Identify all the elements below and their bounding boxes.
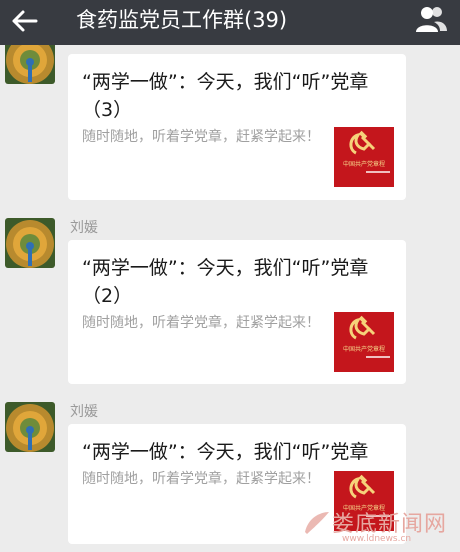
thumb-caption: 中国共产党章程 (342, 161, 385, 168)
card-thumbnail: 中国共产党章程 (334, 127, 394, 187)
chat-header: 食药监党员工作群(39) (0, 0, 460, 45)
link-card[interactable]: “两学一做”：今天，我们“听”党章（2） 随时随地，听着学党章，赶紧学起来！ 中… (68, 240, 406, 384)
card-title: “两学一做”：今天，我们“听”党章（2） (82, 257, 369, 307)
hammer-sickle-icon (349, 130, 376, 155)
sender-name: 刘媛 (70, 404, 98, 420)
avatar[interactable] (5, 218, 55, 268)
card-thumbnail: 中国共产党章程 (334, 312, 394, 372)
arrow-left-icon[interactable] (10, 6, 40, 36)
card-title: “两学一做”：今天，我们“听”党章（3） (82, 71, 369, 121)
thumb-caption: 中国共产党章程 (342, 346, 385, 353)
hammer-sickle-icon (349, 474, 376, 499)
card-desc: 随时随地，听着学党章，赶紧学起来！ (82, 471, 320, 487)
link-card[interactable]: “两学一做”：今天，我们“听”党章（3） 随时随地，听着学党章，赶紧学起来！ 中… (68, 54, 406, 200)
site-watermark: 娄底新闻网 www.ldnews.cn (302, 504, 452, 548)
thumb-line (366, 356, 390, 358)
sender-name: 刘媛 (70, 220, 98, 236)
hammer-sickle-icon (349, 315, 376, 340)
card-title: “两学一做”：今天，我们“听”党章 (82, 441, 369, 463)
watermark-url: www.ldnews.cn (342, 534, 412, 544)
chat-title: 食药监党员工作群(39) (76, 8, 288, 32)
watermark-logo-icon (305, 512, 329, 534)
thumb-line (366, 171, 390, 173)
card-desc: 随时随地，听着学党章，赶紧学起来！ (82, 315, 320, 331)
people-icon[interactable] (414, 4, 448, 34)
avatar[interactable] (5, 402, 55, 452)
card-desc: 随时随地，听着学党章，赶紧学起来！ (82, 129, 320, 145)
